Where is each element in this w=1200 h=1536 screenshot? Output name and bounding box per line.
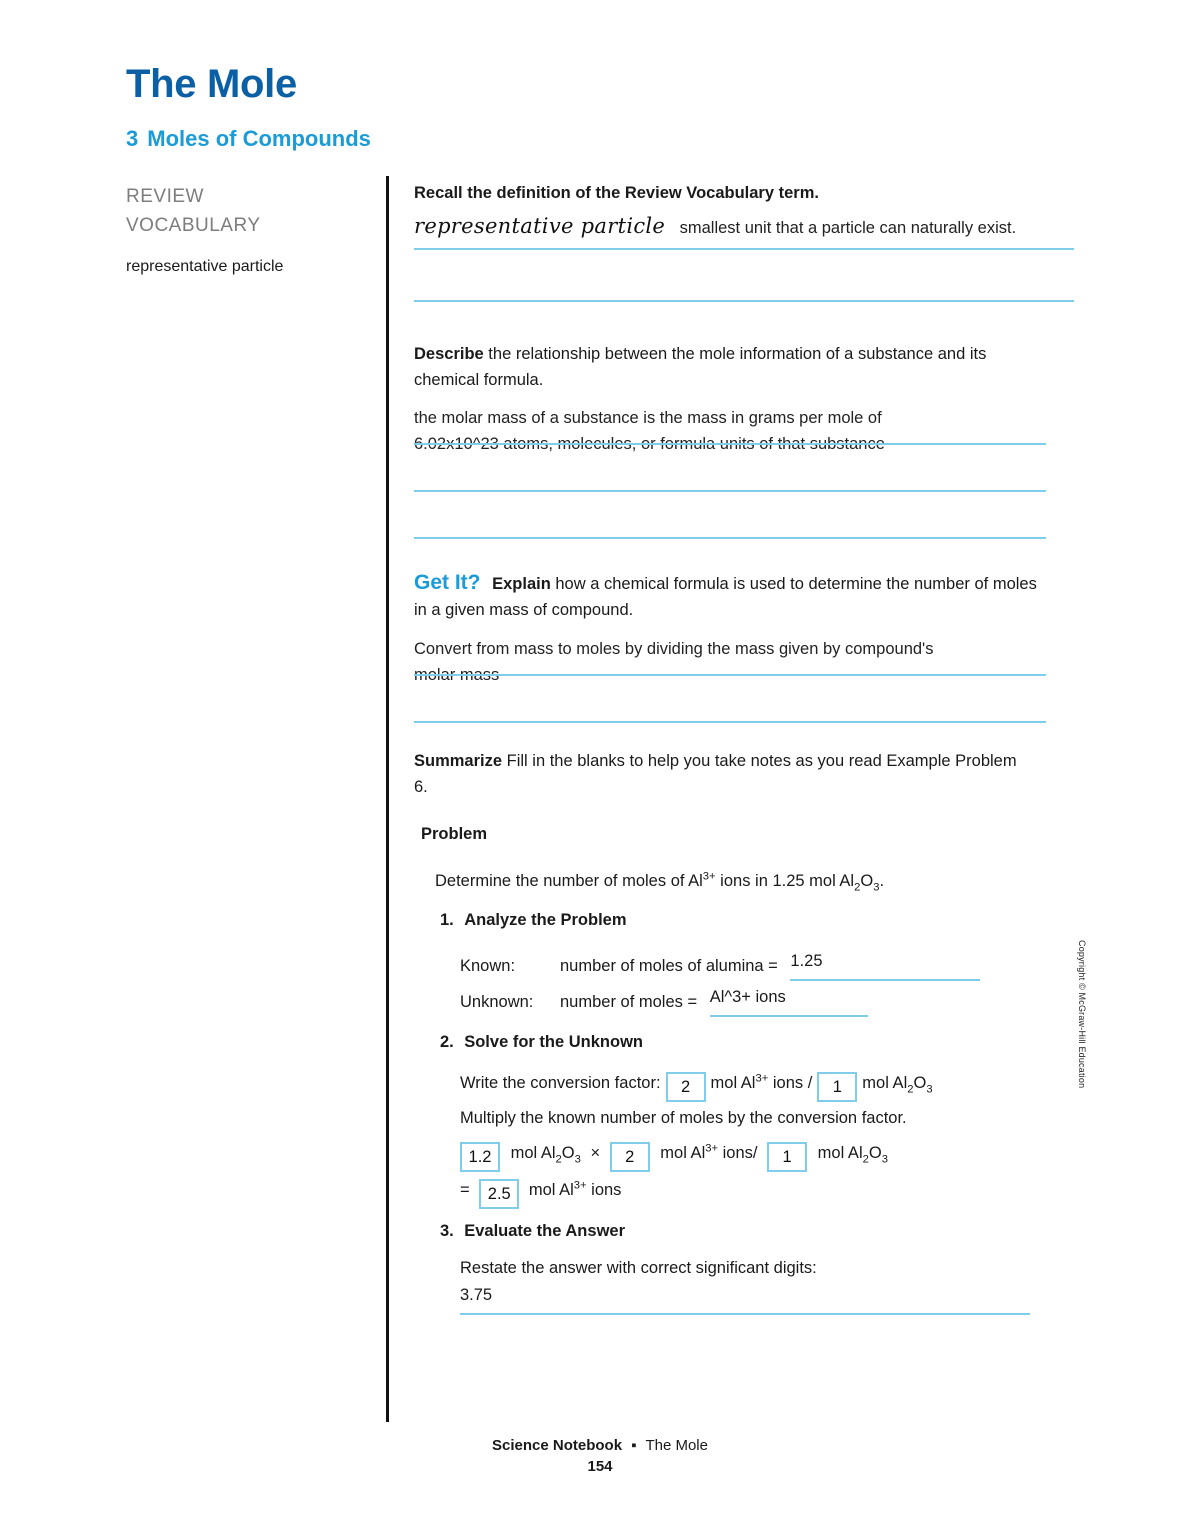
- footer-book: Science Notebook: [492, 1437, 623, 1454]
- result-blank[interactable]: 2.5: [479, 1179, 520, 1209]
- vocab-answer-text[interactable]: smallest unit that a particle can natura…: [680, 219, 1017, 237]
- footer-chapter: The Mole: [645, 1437, 708, 1454]
- getit-label: Get It?: [414, 571, 481, 594]
- vocab-label-line2: VOCABULARY: [126, 215, 261, 236]
- unknown-text: number of moles =: [560, 993, 698, 1011]
- describe-rule-2: [414, 490, 1046, 492]
- vocab-answer-rule-1: [414, 248, 1074, 250]
- describe-rule-1: [414, 443, 1046, 445]
- notebook-page: The Mole 3 Moles of Compounds REVIEW VOCA…: [0, 0, 1200, 1536]
- section-title: Moles of Compounds: [147, 126, 371, 151]
- conversion-factor-row[interactable]: Write the conversion factor: 2 mol Al3+ io…: [460, 1068, 933, 1102]
- getit-answer-line-1[interactable]: Convert from mass to moles by dividing t…: [414, 636, 1074, 662]
- unknown-value[interactable]: Al^3+ ions: [709, 982, 868, 1017]
- conversion-unit-2: mol Al: [862, 1074, 908, 1092]
- step-2-title: 2. Solve for the Unknown: [440, 1033, 643, 1051]
- summarize-block: Summarize Fill in the blanks to help you…: [414, 748, 1034, 800]
- describe-question-block: Describe the relationship between the mo…: [414, 341, 1014, 393]
- equals-sign: =: [460, 1181, 470, 1199]
- conversion-blank-1[interactable]: 2: [665, 1072, 706, 1102]
- getit-question-block: Get It? Explain how a chemical formula i…: [414, 570, 1044, 623]
- result-unit: mol Al: [528, 1181, 574, 1199]
- describe-answer-block[interactable]: the molar mass of a substance is the mas…: [414, 405, 1074, 457]
- result-row[interactable]: = 2.5 mol Al3+ ions: [460, 1175, 621, 1209]
- restate-answer[interactable]: 3.75: [460, 1280, 492, 1310]
- unknown-label: Unknown:: [460, 993, 534, 1011]
- multiply-instruction: Multiply the known number of moles by th…: [460, 1109, 907, 1127]
- conversion-blank-2[interactable]: 1: [817, 1072, 858, 1102]
- conversion-ions-1: ions /: [772, 1074, 813, 1092]
- restate-instruction: Restate the answer with correct signific…: [460, 1259, 817, 1277]
- calc-blank-3[interactable]: 1: [767, 1142, 808, 1172]
- footer-separator: ▪: [631, 1437, 637, 1454]
- step-1-unknown-row[interactable]: Unknown: number of moles = Al^3+ ions: [460, 982, 868, 1017]
- getit-rule-2: [414, 721, 1046, 723]
- page-number: 154: [587, 1458, 613, 1475]
- restate-rule: [460, 1313, 1030, 1315]
- getit-rule-1: [414, 674, 1046, 676]
- vocab-term: representative particle: [126, 258, 284, 275]
- vocab-term-printed: representative particle: [414, 214, 666, 238]
- calc-ions: ions/: [722, 1144, 758, 1162]
- calc-blank-2[interactable]: 2: [609, 1142, 650, 1172]
- problem-statement: Determine the number of moles of Al3+ io…: [435, 870, 885, 894]
- step-1-known-row[interactable]: Known: number of moles of alumina = 1.25: [460, 946, 981, 981]
- calc-unit-1: mol Al: [510, 1144, 556, 1162]
- describe-rule-3: [414, 537, 1046, 539]
- page-footer: Science Notebook ▪ The Mole: [0, 1437, 1200, 1454]
- page-title: The Mole: [126, 62, 297, 106]
- calc-unit-3: mol Al: [817, 1144, 863, 1162]
- result-ions: ions: [591, 1181, 622, 1199]
- review-vocabulary-sidebar: REVIEW VOCABULARY representative particl…: [126, 182, 356, 278]
- calculation-row[interactable]: 1.2 mol Al2O3 × 2 mol Al3+ ions/ 1 mol A…: [460, 1138, 888, 1172]
- vocab-label-line1: REVIEW: [126, 186, 204, 207]
- conversion-unit-1: mol Al: [710, 1074, 756, 1092]
- column-divider: [386, 176, 389, 1422]
- describe-prompt: Describe the relationship between the mo…: [414, 345, 987, 389]
- calc-blank-1[interactable]: 1.2: [460, 1142, 500, 1172]
- section-heading: 3 Moles of Compounds: [126, 126, 371, 152]
- vocab-answer-block[interactable]: representative particle smallest unit th…: [414, 214, 1074, 241]
- calc-unit-2: mol Al: [660, 1144, 706, 1162]
- summarize-prompt: Summarize Fill in the blanks to help you…: [414, 752, 1017, 796]
- describe-answer-line-1[interactable]: the molar mass of a substance is the mas…: [414, 405, 1074, 431]
- section-number: 3: [126, 126, 139, 151]
- vocab-prompt: Recall the definition of the Review Voca…: [414, 184, 819, 202]
- copyright-notice: Copyright © McGraw-Hill Education: [1077, 940, 1087, 1089]
- known-value[interactable]: 1.25: [790, 946, 981, 981]
- getit-prompt: Get It? Explain how a chemical formula i…: [414, 571, 1037, 619]
- multiplication-sign: ×: [590, 1144, 601, 1162]
- vocab-question-block: Recall the definition of the Review Voca…: [414, 180, 1074, 206]
- step-1-title: 1. Analyze the Problem: [440, 911, 627, 929]
- conversion-label: Write the conversion factor:: [460, 1074, 661, 1092]
- known-text: number of moles of alumina =: [560, 957, 778, 975]
- known-label: Known:: [460, 957, 516, 975]
- step-3-title: 3. Evaluate the Answer: [440, 1222, 625, 1240]
- problem-heading: Problem: [421, 825, 488, 843]
- vocab-answer-rule-2: [414, 300, 1074, 302]
- getit-answer-block[interactable]: Convert from mass to moles by dividing t…: [414, 636, 1074, 688]
